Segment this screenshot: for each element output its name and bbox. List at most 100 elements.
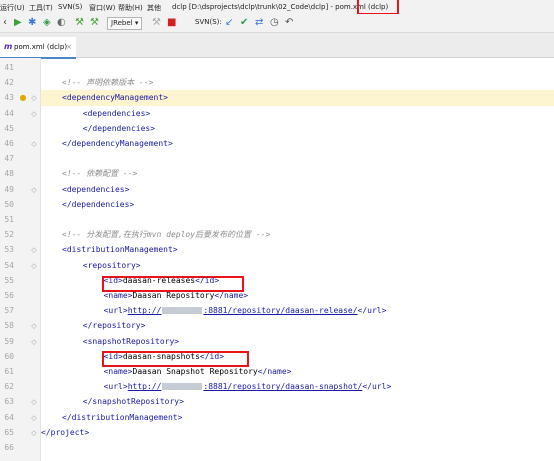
tab-pom-xml[interactable]: m pom.xml (dclp) × [0, 37, 76, 59]
menu-item-svn[interactable]: SVN(S) [58, 3, 82, 11]
line-number: 47 [4, 154, 14, 164]
xml-tag: </repository> [82, 321, 146, 331]
xml-tag: </url> [357, 306, 387, 316]
code-line[interactable]: <dependencyManagement> [62, 90, 168, 106]
code-line[interactable]: <snapshotRepository> [83, 334, 179, 350]
xml-tag: <distributionManagement> [62, 245, 178, 255]
line-number: 49 [4, 184, 14, 194]
fold-marker-icon[interactable]: ◇ [30, 425, 38, 441]
fold-marker-icon[interactable]: ◇ [30, 334, 38, 350]
xml-tag: <name> [103, 367, 133, 376]
svn-update-icon[interactable]: ↙ [225, 17, 233, 28]
code-text: Daasan Snapshot Repository [132, 367, 258, 376]
line-number: 59 [4, 336, 14, 346]
coverage-icon[interactable]: ◈ [43, 17, 51, 28]
svn-label: SVN(S): [195, 18, 222, 26]
code-line[interactable]: <!-- 分发配置,在执行mvn deploy后要发布的位置 --> [62, 227, 270, 243]
xml-tag: <id> [103, 275, 123, 285]
build-icon[interactable]: ⚒ [75, 17, 84, 28]
history-icon[interactable]: ◷ [270, 17, 279, 28]
code-comment: <!-- 分发配置,在执行mvn deploy后要发布的位置 --> [62, 230, 271, 240]
code-line[interactable]: <dependencies> [62, 182, 129, 198]
line-number: 58 [4, 321, 14, 331]
jrebel-select[interactable]: JRebel ▾ [107, 17, 143, 30]
line-number: 63 [4, 397, 14, 407]
profile-icon[interactable]: ◐ [57, 17, 66, 28]
xml-tag: </snapshotRepository> [82, 397, 184, 407]
line-number: 52 [4, 230, 14, 240]
stop-icon[interactable]: ■ [167, 17, 176, 28]
run-icon[interactable]: ▶ [14, 17, 22, 28]
code-line[interactable]: <url>http://:8881/repository/daasan-rele… [104, 303, 387, 319]
xml-tag: <url> [103, 306, 128, 316]
menu-item-window[interactable]: 窗口(W) [89, 3, 115, 13]
xml-tag: <id> [103, 351, 123, 361]
menu-item-run[interactable]: 运行(U) [0, 3, 25, 13]
line-number: 56 [4, 291, 14, 300]
fold-marker-icon[interactable]: ◇ [30, 318, 38, 334]
code-line[interactable]: </dependencies> [62, 197, 134, 213]
toolbar: ‹ ▶ ✱ ◈ ◐ ⚒ ⚒ JRebel ▾ ⚒ ■ SVN(S): ↙ ✔ ⇄… [0, 14, 554, 33]
fold-marker-icon[interactable]: ◇ [30, 258, 38, 274]
code-line[interactable]: </dependencies> [83, 121, 155, 137]
code-line[interactable]: <url>http://:8881/repository/daasan-snap… [104, 379, 392, 395]
menu-item-tools[interactable]: 工具(T) [29, 3, 53, 13]
code-line[interactable]: <!-- 声明依赖版本 --> [62, 75, 153, 91]
line-number: 61 [4, 367, 14, 376]
svn-compare-icon[interactable]: ⇄ [255, 17, 263, 28]
code-line[interactable]: <distributionManagement> [62, 242, 178, 258]
debug-icon[interactable]: ✱ [28, 17, 36, 28]
code-text: daasan-snapshots [122, 351, 200, 361]
xml-tag: </dependencies> [82, 123, 156, 133]
xml-tag: </url> [362, 382, 392, 392]
redacted-host [162, 307, 203, 315]
nav-back-icon[interactable]: ‹ [3, 17, 7, 28]
xml-tag: <url> [103, 382, 128, 392]
fold-marker-icon[interactable]: ◇ [30, 410, 38, 426]
xml-tag: </project> [41, 427, 90, 437]
hammer-icon[interactable]: ⚒ [152, 17, 161, 28]
code-line[interactable]: <repository> [83, 258, 141, 274]
line-number: 53 [4, 245, 14, 255]
code-line[interactable]: <dependencies> [83, 106, 150, 122]
code-comment: <!-- 声明依赖版本 --> [62, 78, 154, 88]
rebuild-icon[interactable]: ⚒ [90, 17, 99, 28]
code-line[interactable]: <name>Daasan Snapshot Repository</name> [104, 364, 292, 380]
code-line[interactable]: <id>daasan-releases</id> [104, 273, 220, 289]
line-number: 42 [4, 78, 14, 88]
fold-marker-icon[interactable]: ◇ [30, 106, 38, 122]
line-number: 45 [4, 123, 14, 133]
code-line[interactable]: </project> [41, 425, 89, 441]
fold-marker-icon[interactable]: ◇ [30, 136, 38, 152]
line-number: 43 [4, 93, 14, 103]
svn-commit-icon[interactable]: ✔ [240, 17, 248, 28]
xml-tag: <dependencies> [62, 184, 130, 194]
fold-marker-icon[interactable]: ◇ [30, 182, 38, 198]
menu-item-other[interactable]: 其他 [147, 3, 161, 13]
window-title: dclp [D:\dsprojects\dclp\trunk\02_Code\d… [172, 3, 389, 11]
line-number: 50 [4, 199, 14, 209]
fold-marker-icon[interactable]: ◇ [30, 242, 38, 258]
menu-item-help[interactable]: 帮助(H) [118, 3, 143, 13]
revert-icon[interactable]: ↶ [285, 17, 293, 28]
xml-tag: </distributionManagement> [62, 412, 183, 422]
code-url: http:// [127, 382, 162, 392]
code-line[interactable]: <name>Daasan Repository</name> [104, 288, 249, 304]
fold-marker-icon[interactable]: ◇ [30, 394, 38, 410]
fold-marker-icon[interactable]: ◇ [30, 90, 38, 106]
line-number: 41 [4, 63, 14, 72]
tab-label: pom.xml (dclp) [14, 43, 68, 51]
code-line[interactable]: </repository> [83, 318, 146, 334]
code-line[interactable]: </snapshotRepository> [83, 394, 184, 410]
xml-tag: </id> [199, 351, 225, 361]
line-number: 55 [4, 275, 14, 285]
code-line[interactable]: <id>daasan-snapshots</id> [104, 349, 224, 365]
line-number: 48 [4, 169, 14, 179]
intention-bulb-icon[interactable]: ● [19, 90, 27, 106]
code-line[interactable]: </dependencyManagement> [62, 136, 173, 152]
code-line[interactable]: </distributionManagement> [62, 410, 182, 426]
gutter-separator [40, 58, 41, 461]
close-tab-icon[interactable]: × [66, 37, 72, 57]
code-line[interactable]: <!-- 依赖配置 --> [62, 166, 137, 182]
xml-tag: <dependencyManagement> [62, 93, 168, 103]
